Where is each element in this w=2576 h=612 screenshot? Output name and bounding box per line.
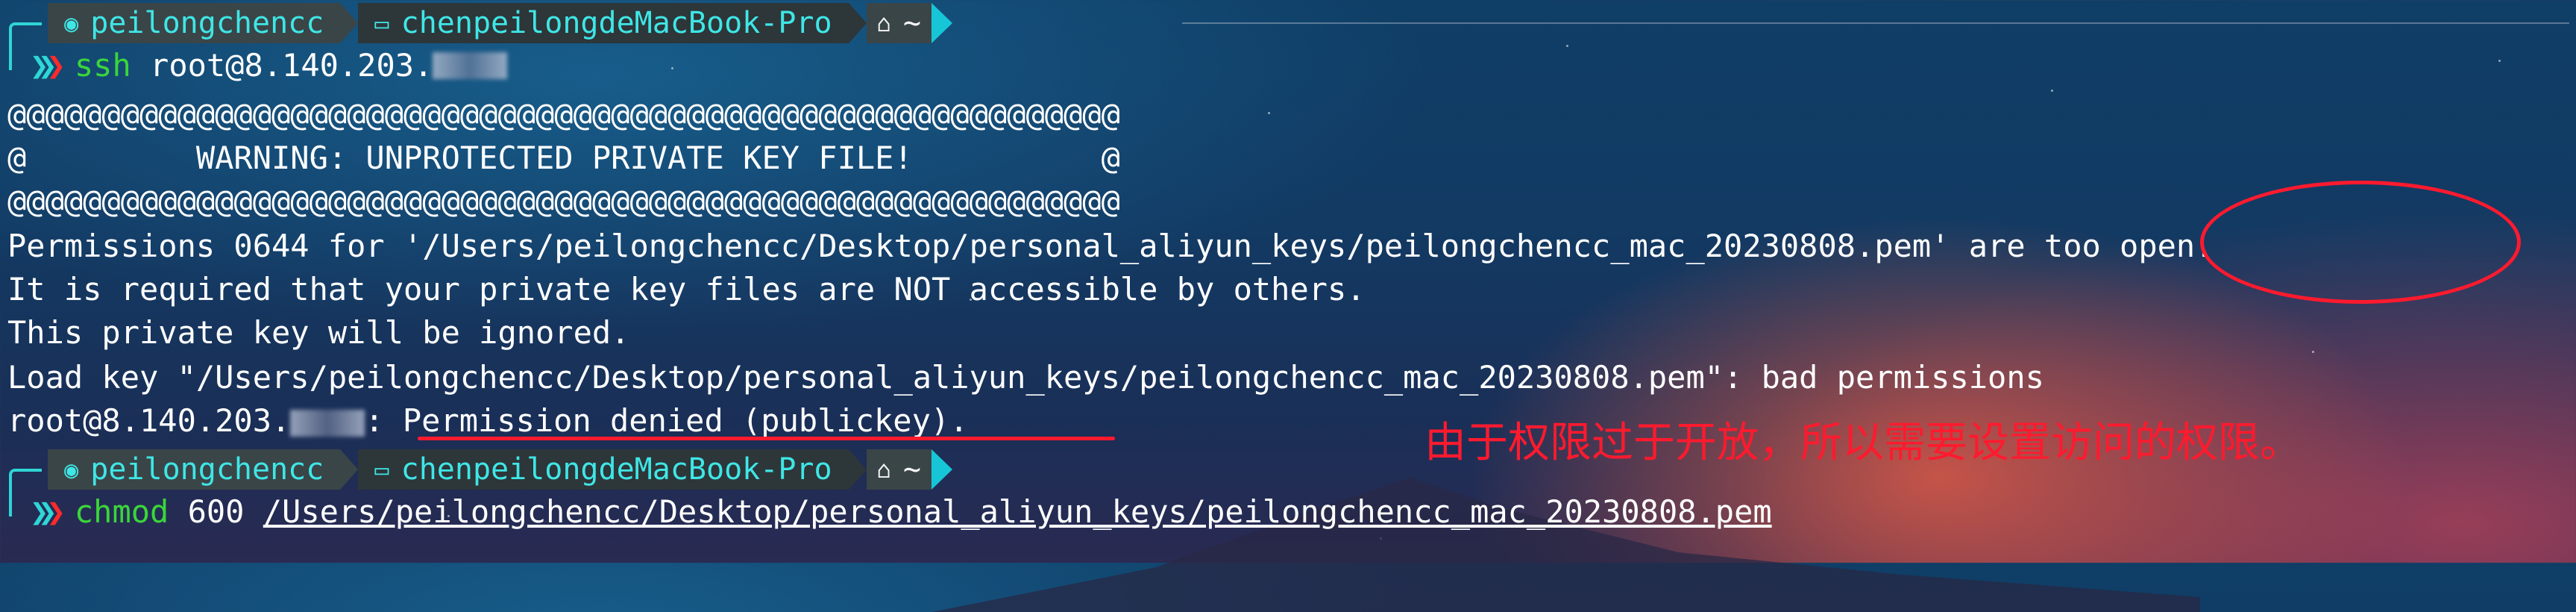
command-name: chmod — [74, 493, 169, 530]
output-line: root@8.140.203. : Permission denied (publ… — [7, 400, 968, 442]
home-icon: ⌂ — [876, 455, 891, 484]
prompt-segments: ◉ peilongchencc ▭ chenpeilongdeMacBook-P… — [48, 3, 952, 43]
output-line: Permissions 0644 for '/Users/peilongchen… — [7, 228, 2214, 264]
prompt-user: peilongchencc — [90, 452, 324, 487]
prompt-separator — [340, 449, 359, 490]
prompt-dir: ~ — [902, 452, 921, 487]
prompt-user-segment: ◉ peilongchencc — [48, 449, 341, 490]
prompt-line-2: ◉ peilongchencc ▭ chenpeilongdeMacBook-P… — [0, 446, 2576, 516]
highlight-ellipse — [2200, 181, 2521, 304]
prompt-user: peilongchencc — [90, 6, 324, 40]
output-line: @@@@@@@@@@@@@@@@@@@@@@@@@@@@@@@@@@@@@@@@… — [7, 96, 1120, 133]
prompt-chevrons-icon: ❯❯❯ — [30, 47, 66, 84]
prompt-host-segment: ▭ chenpeilongdeMacBook-Pro — [358, 3, 849, 43]
output-line: Load key "/Users/peilongchencc/Desktop/p… — [7, 359, 2044, 396]
prompt-segments: ◉ peilongchencc ▭ chenpeilongdeMacBook-P… — [48, 449, 952, 490]
prompt-host: chenpeilongdeMacBook-Pro — [400, 452, 832, 487]
prompt-host-segment: ▭ chenpeilongdeMacBook-Pro — [358, 449, 849, 490]
prompt-separator — [340, 3, 359, 43]
monitor-icon: ▭ — [374, 9, 389, 37]
redacted-ip — [433, 52, 508, 79]
user-circle-icon: ◉ — [64, 9, 79, 37]
command-path: /Users/peilongchencc/Desktop/personal_al… — [263, 493, 1772, 530]
output-line: @@@@@@@@@@@@@@@@@@@@@@@@@@@@@@@@@@@@@@@@… — [7, 183, 1120, 219]
prompt-dir-segment: ⌂ ~ — [866, 3, 932, 43]
prompt-chevrons-icon: ❯❯❯ — [30, 493, 66, 530]
command-args: 600 — [187, 493, 245, 530]
redacted-ip — [290, 409, 365, 437]
prompt-dir-segment: ⌂ ~ — [866, 449, 932, 490]
home-icon: ⌂ — [876, 9, 891, 37]
command-line-2[interactable]: ❯❯❯ chmod 600 /Users/peilongchencc/Deskt… — [30, 491, 1772, 533]
user-circle-icon: ◉ — [64, 455, 79, 484]
output-line: @ WARNING: UNPROTECTED PRIVATE KEY FILE!… — [7, 140, 1120, 176]
output-host: root@8.140.203. — [7, 402, 291, 439]
prompt-line-1: ◉ peilongchencc ▭ chenpeilongdeMacBook-P… — [0, 0, 2576, 70]
output-line: This private key will be ignored. — [7, 314, 630, 351]
prompt-separator — [848, 449, 867, 490]
output-line: It is required that your private key fil… — [7, 271, 1366, 307]
prompt-rule — [1182, 22, 2569, 24]
highlight-underline — [418, 437, 1115, 440]
prompt-dir: ~ — [902, 6, 921, 40]
output-error: : Permission denied (publickey). — [365, 402, 969, 439]
prompt-tail — [931, 449, 952, 490]
prompt-tail — [931, 3, 952, 43]
prompt-host: chenpeilongdeMacBook-Pro — [400, 6, 832, 40]
prompt-user-segment: ◉ peilongchencc — [48, 3, 341, 43]
command-name: ssh — [74, 47, 131, 84]
command-line-1[interactable]: ❯❯❯ ssh root@8.140.203. — [30, 45, 508, 87]
monitor-icon: ▭ — [374, 455, 389, 484]
command-args: root@8.140.203. — [150, 47, 433, 84]
prompt-separator — [848, 3, 867, 43]
